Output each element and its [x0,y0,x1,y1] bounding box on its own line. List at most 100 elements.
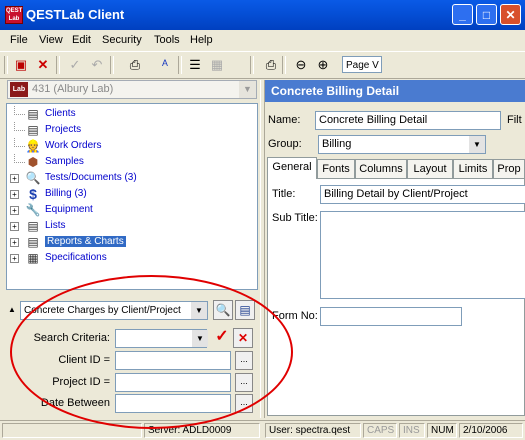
close-button[interactable]: ✕ [500,4,521,25]
specs-icon: ▦ [27,251,39,265]
toolbar-separator [250,56,254,74]
tree-node-label: Samples [45,156,84,167]
tree-node[interactable]: ▤ Clients [7,106,257,122]
form-no-input[interactable] [320,307,462,326]
general-tab-panel: Title: Billing Detail by Client/Project … [267,178,525,416]
status-caps: CAPS [363,423,397,438]
tree-node-label: Tests/Documents (3) [45,172,137,183]
tree-node-label: Equipment [45,204,93,215]
tree-view-icon[interactable]: ☰ [186,56,204,74]
tree-node-label: Projects [45,124,82,135]
navigation-tree: ▤ Clients ▤ Projects 👷 Work Orders ⬢ Samples + 🔍 T… [6,103,258,290]
print-preview-icon[interactable]: ⎙ [262,56,280,74]
group-select[interactable]: Billing [318,135,486,154]
name-label: Name: [268,114,301,126]
status-num: NUM [427,423,457,438]
toolbar-separator [178,56,182,74]
menu-help[interactable]: Help [190,34,213,46]
check-icon[interactable]: ✓ [66,56,84,74]
reports-icon: ▤ [27,235,39,249]
toolbar-separator [282,56,286,74]
collapse-arrow-icon[interactable]: ▲ [6,301,18,320]
document-icon: ▤ [27,219,39,233]
toolbar-separator [110,56,114,74]
tree-node-label: Billing (3) [45,188,87,199]
app-window: QEST Lab QESTLab Client _ □ ✕ File View … [0,0,525,440]
chevron-down-icon[interactable]: ▼ [469,136,485,153]
page-view-select[interactable]: Page V [342,56,382,73]
lab-view-icon[interactable]: ▦ [208,56,226,74]
expand-icon[interactable]: + [10,190,19,199]
menu-edit[interactable]: Edit [72,34,91,46]
subtitle-textarea[interactable] [320,211,525,299]
expand-icon[interactable]: + [10,254,19,263]
qestlab-logo-icon: QEST Lab [5,6,23,24]
undo-icon[interactable]: ↶ [88,56,106,74]
tree-connector [14,138,25,147]
window-title: QESTLab Client [26,7,125,22]
status-user: User: spectra.qest [265,423,361,438]
filter-label: Filt [507,114,522,126]
minimize-button[interactable]: _ [452,4,473,25]
name-input[interactable]: Concrete Billing Detail [315,111,501,130]
annotation-circle [10,275,293,429]
tree-node[interactable]: + ▤ Lists [7,218,257,234]
tree-node-label: Work Orders [45,140,102,151]
detail-tabs: General Fonts Columns Layout Limits Prop [267,157,525,179]
document-icon: ▤ [27,123,39,137]
status-date: 2/10/2006 [459,423,523,438]
tab-general[interactable]: General [267,157,317,179]
expand-icon[interactable]: + [10,222,19,231]
zoom-out-icon[interactable]: ⊖ [292,56,310,74]
tab-limits[interactable]: Limits [453,159,493,179]
tree-node[interactable]: + 🔧 Equipment [7,202,257,218]
menu-bar: File View Edit Security Tools Help [0,31,525,50]
tree-node[interactable]: + ▦ Specifications [7,250,257,266]
new-record-icon[interactable]: ▣ [12,56,30,74]
title-input[interactable]: Billing Detail by Client/Project [320,185,525,204]
menu-file[interactable]: File [10,34,28,46]
spellcheck-icon[interactable]: ᴬ [156,56,174,74]
maximize-button[interactable]: □ [476,4,497,25]
status-bar: Server: ADLD0009 User: spectra.qest CAPS… [0,420,525,440]
tree-node-label: Lists [45,220,66,231]
tree-node-label: Reports & Charts [45,236,126,247]
tree-connector [14,154,25,163]
tab-properties[interactable]: Prop [493,159,525,179]
menu-tools[interactable]: Tools [154,34,180,46]
tools-icon: 🔧 [25,203,41,217]
lab-logo-icon: Lab [10,82,28,97]
toolbar: ▣ ✕ ✓ ↶ ⎙ ᴬ ☰ ▦ ⎙ ⊖ ⊕ Page V [0,51,525,79]
expand-icon[interactable]: + [10,206,19,215]
tab-layout[interactable]: Layout [407,159,453,179]
lab-selector-value: 431 (Albury Lab) [32,83,114,95]
menu-security[interactable]: Security [102,34,142,46]
menu-view[interactable]: View [39,34,63,46]
expand-icon[interactable]: + [10,174,19,183]
lab-selector[interactable]: Lab 431 (Albury Lab) ▼ [7,80,257,99]
zoom-in-icon[interactable]: ⊕ [314,56,332,74]
expand-icon[interactable]: + [10,238,19,247]
tree-node[interactable]: 👷 Work Orders [7,138,257,154]
tests-icon: 🔍 [25,171,41,185]
subtitle-label: Sub Title: [272,212,318,224]
print-icon[interactable]: ⎙ [126,56,144,74]
tab-fonts[interactable]: Fonts [317,159,355,179]
dollar-icon: $ [29,186,37,202]
status-ins: INS [399,423,425,438]
delete-icon[interactable]: ✕ [34,56,52,74]
tree-node[interactable]: ⬢ Samples [7,154,257,170]
tab-columns[interactable]: Columns [355,159,407,179]
tree-node-label: Specifications [45,252,107,263]
tree-connector [14,106,25,115]
tree-node[interactable]: ▤ Projects [7,122,257,138]
detail-header: Concrete Billing Detail [265,80,525,102]
worker-icon: 👷 [25,139,41,153]
document-icon: ▤ [27,107,39,121]
chevron-down-icon[interactable]: ▼ [239,81,256,98]
tree-node[interactable]: + 🔍 Tests/Documents (3) [7,170,257,186]
samples-icon: ⬢ [27,155,39,169]
title-bar[interactable]: QEST Lab QESTLab Client _ □ ✕ [0,0,525,30]
tree-node[interactable]: + $ Billing (3) [7,186,257,202]
tree-node[interactable]: + ▤ Reports & Charts [7,234,257,250]
